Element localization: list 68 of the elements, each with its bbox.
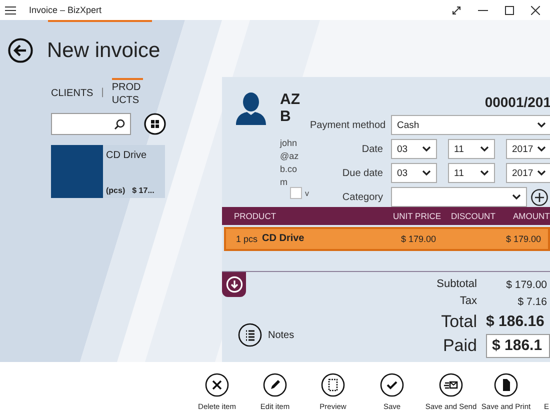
day-select[interactable]: 03 [391, 139, 437, 159]
column-header: PRODUCT [234, 211, 276, 221]
close-icon[interactable] [531, 6, 540, 14]
caret-icon [537, 170, 546, 176]
field-label: Date [360, 144, 383, 154]
notes-label[interactable]: Notes [268, 330, 294, 340]
field-label: Category [341, 192, 383, 202]
amount-cell: $ 179.00 [506, 234, 541, 244]
pencil-icon[interactable] [263, 373, 287, 397]
search-icon[interactable] [114, 118, 125, 130]
product-cell: CD Drive [262, 233, 304, 244]
total-label: Subtotal [436, 277, 477, 292]
document-icon[interactable] [494, 373, 518, 397]
payment-select[interactable]: Cash [391, 115, 550, 135]
total-label: Tax [458, 294, 477, 309]
checkbox[interactable] [290, 187, 302, 199]
column-header: AMOUNT [513, 211, 550, 221]
month-select[interactable]: 11 [448, 139, 495, 159]
paid-field[interactable]: $ 186.1 [486, 334, 550, 358]
caret-icon [537, 122, 546, 128]
year-select[interactable]: 2017 [506, 139, 550, 159]
delete-icon[interactable] [205, 373, 229, 397]
caret-icon [422, 170, 431, 176]
product-unit: (pcs) [106, 186, 126, 195]
expand-icon[interactable] [452, 6, 461, 14]
maximize-icon[interactable] [505, 6, 514, 14]
product-price: $ 17... [132, 186, 154, 195]
caret-icon [480, 170, 489, 176]
column-header: UNIT PRICE [393, 211, 442, 221]
page-icon[interactable] [321, 373, 345, 397]
checkbox-label: v [305, 188, 309, 198]
table-row[interactable]: 1 pcs CD Drive $ 179.00 $ 179.00 [224, 227, 550, 251]
page-title: New invoice [47, 38, 160, 62]
collapse-button[interactable] [222, 272, 246, 297]
total-value: $ 179.00 [505, 278, 548, 290]
field-label: Payment method [310, 120, 383, 130]
caret-icon [512, 194, 521, 200]
day-select[interactable]: 03 [391, 163, 437, 183]
year-select[interactable]: 2017 [506, 163, 550, 183]
field-label: Due date [341, 168, 383, 178]
back-icon[interactable] [8, 38, 33, 63]
product-tile[interactable]: CD Drive (pcs) $ 17... [51, 145, 165, 198]
quantity-cell: 1 pcs [236, 234, 258, 244]
caret-icon [480, 146, 489, 152]
month-select[interactable]: 11 [448, 163, 495, 183]
price-cell: $ 179.00 [401, 234, 436, 244]
total-value: $ 7.16 [516, 296, 548, 308]
tab-separator: | [101, 86, 104, 98]
tab[interactable]: CLIENTS [51, 84, 94, 100]
product-image [51, 145, 103, 198]
caret-icon [422, 146, 431, 152]
tab[interactable]: PRODUCTS [112, 78, 143, 106]
window-title: Invoice – BizXpert [29, 5, 102, 15]
add-icon[interactable] [531, 188, 548, 206]
total-label: Paid [442, 335, 477, 357]
client-name: AZB [280, 91, 301, 125]
total-label: Total [440, 311, 477, 333]
avatar-icon [236, 92, 266, 125]
envelope-icon[interactable] [439, 373, 463, 397]
checkmark-icon[interactable] [380, 373, 404, 397]
caret-icon [537, 146, 546, 152]
notes-icon[interactable] [238, 323, 262, 347]
search-field[interactable] [51, 113, 131, 135]
menu-icon[interactable] [5, 6, 16, 14]
client-email: john@azb.com [280, 137, 300, 189]
product-name: CD Drive [106, 150, 148, 161]
total-value: $ 186.16 [486, 313, 546, 330]
column-header: DISCOUNT [451, 211, 496, 221]
